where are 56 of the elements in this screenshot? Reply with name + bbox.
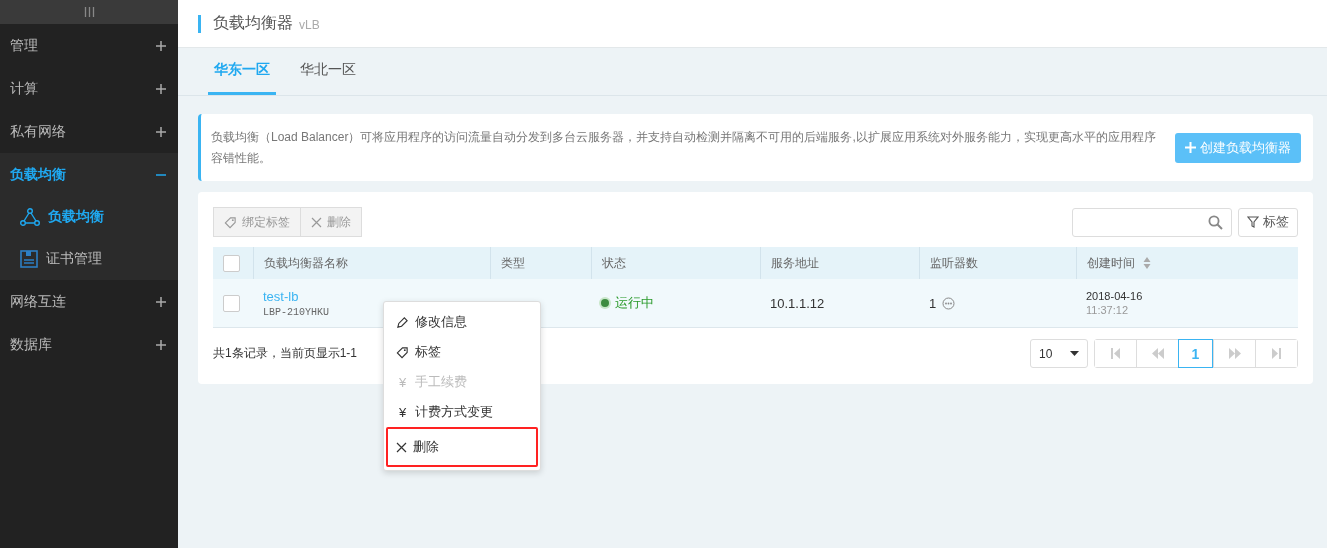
page-title: 负载均衡器 <box>213 13 293 33</box>
region-tab[interactable]: 华北一区 <box>294 48 362 95</box>
status-text: 运行中 <box>615 294 654 312</box>
search-icon <box>1208 214 1223 230</box>
more-icon[interactable] <box>942 296 956 310</box>
sidebar-item[interactable]: 管理 <box>0 24 178 67</box>
tag-icon <box>396 345 409 359</box>
pencil-icon <box>396 315 409 329</box>
sidebar-item[interactable]: 网络互连 <box>0 280 178 323</box>
column-header: 负载均衡器名称 <box>263 255 348 270</box>
description-text: 负载均衡（Load Balancer）可将应用程序的访问流量自动分发到多台云服务器，并支持自动检测并隔离不可用的后端服务,以扩展应用系统对外服务能力，实现更高水平的应用程序容错性能。 <box>211 128 1157 167</box>
table-cell-text: 11:37:12 <box>1086 304 1129 316</box>
table-cell: 10.1.1.12 <box>770 295 825 311</box>
sidebar-item[interactable]: 负载均衡 <box>0 153 178 196</box>
menu-icon[interactable] <box>83 7 95 17</box>
yen-sign: ¥ <box>397 404 408 420</box>
plus-icon <box>1185 142 1196 153</box>
close-icon <box>311 216 322 228</box>
document-icon <box>20 250 38 268</box>
checkbox[interactable] <box>223 254 240 272</box>
menu-item[interactable]: 修改信息 <box>386 307 538 337</box>
sidebar-item[interactable]: 计算 <box>0 67 178 110</box>
caret-icon <box>1070 351 1079 356</box>
status-dot <box>601 299 609 307</box>
sidebar-item[interactable]: 私有网络 <box>0 110 178 153</box>
first-page-icon <box>1111 348 1120 359</box>
filter-button[interactable]: 标签 <box>1238 207 1298 237</box>
tag-icon <box>224 215 237 229</box>
sidebar-subitem[interactable]: 证书管理 <box>0 238 178 280</box>
column-header: 服务地址 <box>770 255 819 270</box>
network-icon <box>20 208 40 226</box>
sidebar-subitem[interactable]: 负载均衡 <box>0 196 178 238</box>
filter-icon <box>1247 216 1259 228</box>
record-summary: 共1条记录，当前页显示1-1 <box>213 345 358 362</box>
sort-icon[interactable] <box>1142 256 1151 271</box>
checkbox[interactable] <box>223 294 240 312</box>
column-header: 类型 <box>500 255 525 270</box>
menu-item[interactable]: 标签 <box>386 337 538 367</box>
column-header: 监听器数 <box>929 255 978 270</box>
page-size-select[interactable]: 10 <box>1030 339 1088 368</box>
search-field[interactable] <box>1072 207 1232 237</box>
rewind-icon <box>1151 348 1164 359</box>
menu-item[interactable]: 删除 <box>386 427 538 467</box>
menu-item[interactable]: ¥ 计费方式变更 <box>386 397 538 427</box>
close-icon <box>396 441 407 453</box>
table-cell: 1 <box>929 295 937 311</box>
table-cell-text: 2018-04-16 <box>1086 290 1144 302</box>
sidebar-item[interactable]: 数据库 <box>0 323 178 366</box>
last-page-icon <box>1272 348 1281 359</box>
column-header: 状态 <box>601 255 626 270</box>
column-header: 创建时间 <box>1086 255 1135 270</box>
table-cell-text: LBP-210YHKU <box>263 306 330 318</box>
yen-sign: ¥ <box>397 374 408 390</box>
last-page-button[interactable] <box>1255 340 1297 367</box>
page-subtitle: vLB <box>299 18 320 32</box>
fast-forward-icon <box>1228 348 1241 359</box>
